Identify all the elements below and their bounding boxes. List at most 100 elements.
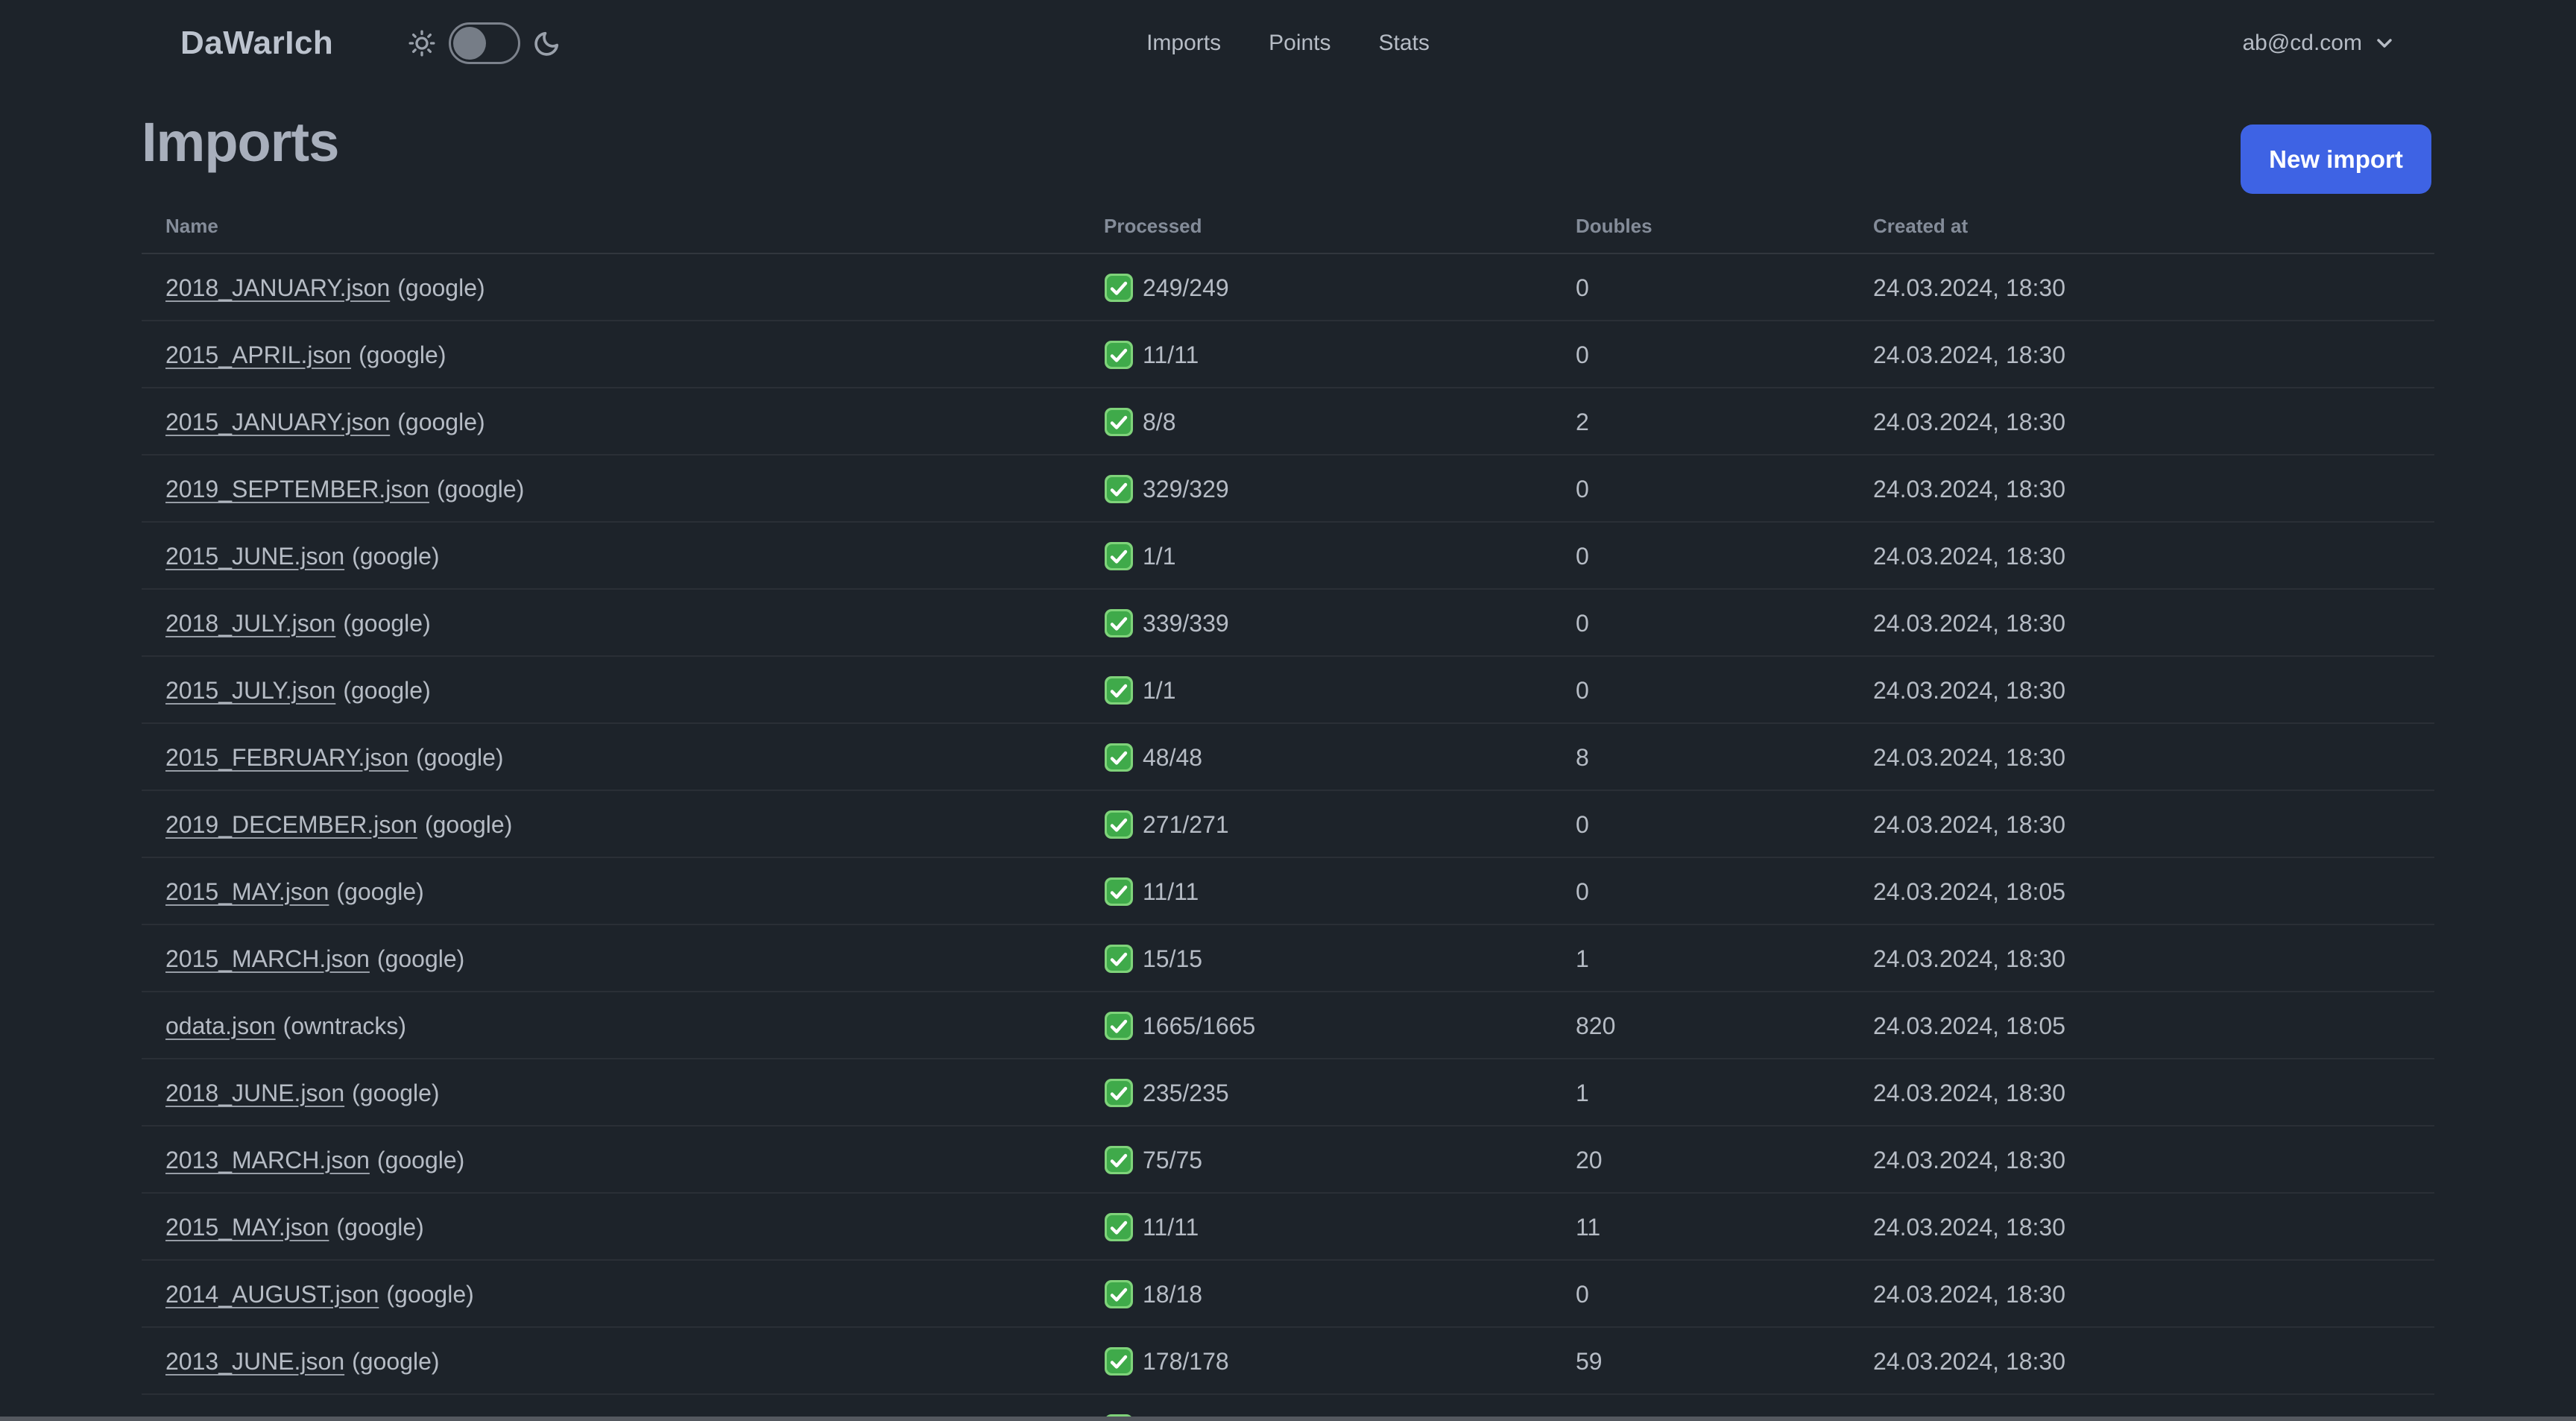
created-at-cell: 24.03.2024, 18:30	[1873, 341, 2066, 368]
processed-count: 11/11	[1143, 341, 1199, 368]
check-emoji-icon	[1105, 1280, 1133, 1308]
created-at-cell: 24.03.2024, 18:30	[1873, 408, 2066, 435]
doubles-cell: 0	[1576, 878, 1589, 905]
file-link[interactable]: 2015_MARCH.json	[165, 945, 370, 973]
check-emoji-icon	[1105, 274, 1133, 302]
table-row: 2015_APRIL.json (google) 11/11 0 24.03.2…	[142, 321, 2434, 388]
table-row: 2019_DECEMBER.json (google) 271/271 0 24…	[142, 791, 2434, 858]
column-header-doubles: Doubles	[1576, 214, 1652, 237]
doubles-cell: 0	[1576, 676, 1589, 704]
processed-count: 11/11	[1143, 878, 1199, 905]
page-title: Imports	[142, 111, 339, 173]
name-cell: 2015_APRIL.json (google)	[165, 321, 446, 388]
name-cell: 2015_JUNE.json (google)	[165, 523, 440, 590]
name-cell: 2018_JANUARY.json (google)	[165, 254, 485, 321]
created-at-cell: 24.03.2024, 18:30	[1873, 1146, 2066, 1173]
file-link[interactable]: 2015_FEBRUARY.json	[165, 744, 408, 772]
file-source: (google)	[436, 475, 525, 502]
nav-item-stats[interactable]: Stats	[1379, 31, 1430, 56]
file-source: (google)	[424, 810, 513, 838]
file-link[interactable]: 2018_JULY.json	[165, 610, 335, 637]
name-cell: 2014_AUGUST.json (google)	[165, 1261, 474, 1328]
created-at-cell: 24.03.2024, 18:30	[1873, 945, 2066, 972]
file-link[interactable]: 2019_DECEMBER.json	[165, 811, 417, 839]
name-cell: 2015_JANUARY.json (google)	[165, 388, 485, 456]
doubles-cell: 20	[1576, 1146, 1603, 1173]
user-menu[interactable]: ab@cd.com	[2242, 0, 2396, 86]
processed-cell: 271/271	[1104, 791, 1229, 858]
table-row: 2015_MAY.json (google) 11/11 11 24.03.20…	[142, 1194, 2434, 1261]
processed-count: 249/249	[1143, 274, 1229, 301]
file-link[interactable]: 2019_SEPTEMBER.json	[165, 476, 429, 503]
file-link[interactable]: odata.json	[165, 1012, 276, 1040]
column-header-created-at: Created at	[1873, 214, 1969, 237]
processed-count: 48/48	[1143, 743, 1203, 771]
file-link[interactable]: 2014_AUGUST.json	[165, 1281, 379, 1308]
check-emoji-icon	[1105, 945, 1133, 973]
doubles-cell: 820	[1576, 1012, 1616, 1039]
file-source: (google)	[352, 542, 440, 570]
new-import-button[interactable]: New import	[2241, 125, 2431, 194]
name-cell: 2015_MAY.json (google)	[165, 1194, 424, 1261]
imports-table-body: 2018_JANUARY.json (google) 249/249 0 24.…	[142, 254, 2434, 1395]
nav-item-points[interactable]: Points	[1269, 31, 1330, 56]
table-row: 2014_AUGUST.json (google) 18/18 0 24.03.…	[142, 1261, 2434, 1328]
created-at-cell: 24.03.2024, 18:30	[1873, 676, 2066, 704]
table-row: 2013_JUNE.json (google) 178/178 59 24.03…	[142, 1328, 2434, 1395]
processed-cell: 18/18	[1104, 1261, 1202, 1328]
doubles-cell: 0	[1576, 609, 1589, 637]
processed-cell: 178/178	[1104, 1328, 1229, 1395]
file-source: (google)	[336, 1213, 424, 1241]
processed-count: 18/18	[1143, 1280, 1203, 1308]
file-source: (google)	[397, 408, 485, 435]
created-at-cell: 24.03.2024, 18:30	[1873, 609, 2066, 637]
file-link[interactable]: 2018_JUNE.json	[165, 1080, 344, 1107]
table-row: 2015_JANUARY.json (google) 8/8 2 24.03.2…	[142, 388, 2434, 456]
created-at-cell: 24.03.2024, 18:30	[1873, 274, 2066, 301]
name-cell: 2015_MAY.json (google)	[165, 858, 424, 925]
table-row: 2015_MAY.json (google) 11/11 0 24.03.202…	[142, 858, 2434, 925]
processed-cell: 48/48	[1104, 724, 1202, 791]
column-header-processed: Processed	[1104, 214, 1202, 237]
created-at-cell: 24.03.2024, 18:30	[1873, 1347, 2066, 1375]
file-link[interactable]: 2015_APRIL.json	[165, 341, 351, 369]
processed-cell: 75/75	[1104, 1127, 1202, 1194]
created-at-cell: 24.03.2024, 18:05	[1873, 1012, 2066, 1039]
file-source: (owntracks)	[282, 1012, 407, 1039]
processed-cell: 1/1	[1104, 657, 1175, 724]
file-link[interactable]: 2018_JANUARY.json	[165, 274, 390, 302]
file-source: (google)	[343, 676, 431, 704]
check-emoji-icon	[1105, 609, 1133, 637]
processed-count: 271/271	[1143, 810, 1229, 838]
file-link[interactable]: 2013_JUNE.json	[165, 1348, 344, 1376]
file-link[interactable]: 2013_MARCH.json	[165, 1147, 370, 1174]
processed-count: 178/178	[1143, 1347, 1229, 1375]
nav-item-imports[interactable]: Imports	[1146, 31, 1221, 56]
created-at-cell: 24.03.2024, 18:30	[1873, 1280, 2066, 1308]
file-link[interactable]: 2015_MAY.json	[165, 878, 329, 906]
doubles-cell: 2	[1576, 408, 1589, 435]
file-link[interactable]: 2015_MAY.json	[165, 1214, 329, 1241]
processed-count: 15/15	[1143, 945, 1203, 972]
processed-count: 8/8	[1143, 408, 1176, 435]
processed-count: 11/11	[1143, 1213, 1199, 1241]
processed-count: 235/235	[1143, 1079, 1229, 1106]
doubles-cell: 11	[1576, 1213, 1601, 1241]
main-nav: Imports Points Stats	[0, 0, 2576, 86]
file-link[interactable]: 2015_JUNE.json	[165, 543, 344, 570]
file-link[interactable]: 2015_JULY.json	[165, 677, 335, 705]
processed-cell: 11/11	[1104, 858, 1199, 925]
processed-count: 1/1	[1143, 676, 1176, 704]
file-source: (google)	[416, 743, 504, 771]
table-header-row: Name Processed Doubles Created at	[142, 198, 2434, 254]
doubles-cell: 0	[1576, 475, 1589, 502]
doubles-cell: 0	[1576, 542, 1589, 570]
navbar: DaWarIch Imports Points Stats ab@cd.com	[0, 0, 2576, 86]
check-emoji-icon	[1105, 676, 1133, 705]
column-header-name: Name	[165, 214, 218, 237]
doubles-cell: 0	[1576, 274, 1589, 301]
doubles-cell: 0	[1576, 810, 1589, 838]
table-row: 2015_FEBRUARY.json (google) 48/48 8 24.0…	[142, 724, 2434, 791]
file-link[interactable]: 2015_JANUARY.json	[165, 409, 390, 436]
name-cell: 2018_JUNE.json (google)	[165, 1059, 440, 1127]
